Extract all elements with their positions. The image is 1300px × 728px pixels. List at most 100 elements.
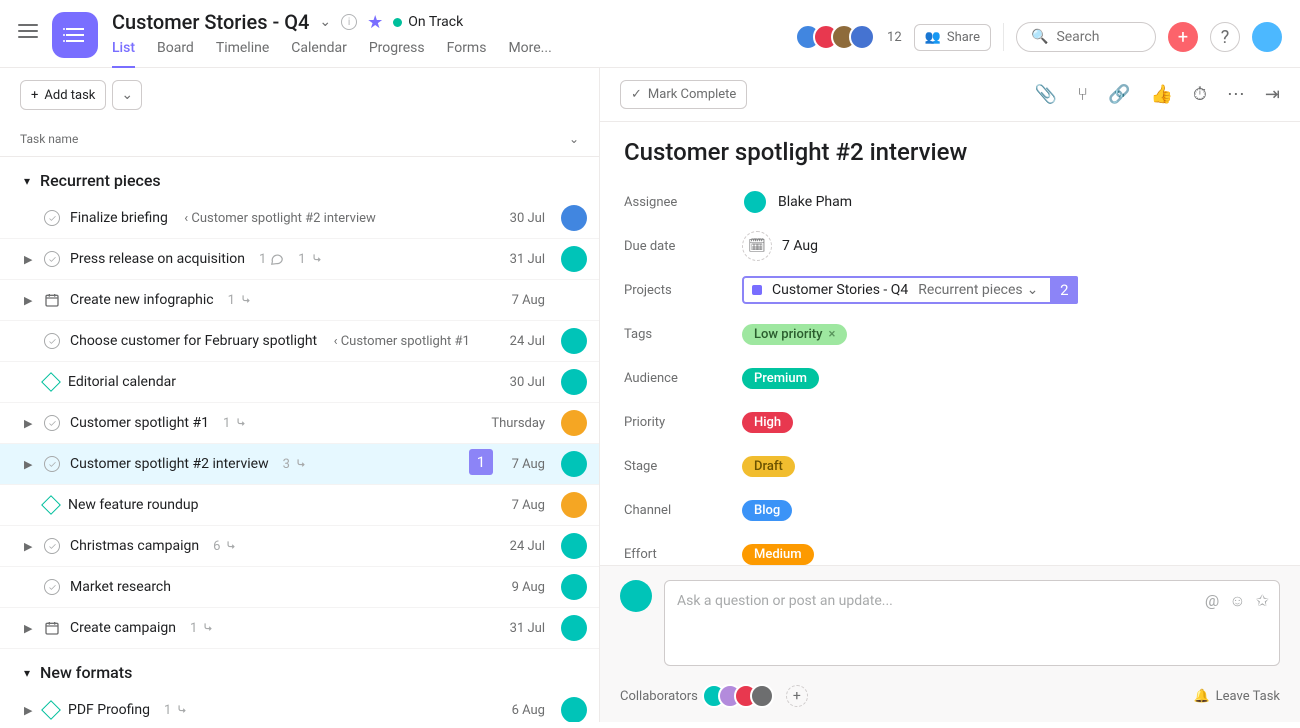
task-row[interactable]: ▶Create new infographic1 7 Aug <box>0 280 599 321</box>
annotation-badge-2: 2 <box>1050 276 1078 304</box>
task-row[interactable]: ▶Christmas campaign6 24 Jul <box>0 526 599 567</box>
tab-more[interactable]: More... <box>508 40 551 68</box>
section-header[interactable]: ▾Recurrent pieces <box>0 157 599 198</box>
assignee-avatar[interactable] <box>561 697 587 722</box>
tab-board[interactable]: Board <box>157 40 194 68</box>
milestone-icon[interactable] <box>41 372 61 392</box>
complete-check-icon[interactable] <box>44 333 60 349</box>
assignee-avatar[interactable] <box>561 328 587 354</box>
task-row[interactable]: ▶New feature roundup7 Aug <box>0 485 599 526</box>
add-task-button[interactable]: +Add task <box>20 80 106 110</box>
task-row[interactable]: ▶Finalize briefing ‹ Customer spotlight … <box>0 198 599 239</box>
tab-calendar[interactable]: Calendar <box>291 40 347 68</box>
complete-check-icon[interactable] <box>44 415 60 431</box>
timer-icon[interactable]: ⏱ <box>1193 84 1207 105</box>
subtask-count: 1 <box>164 703 189 718</box>
due-date: 24 Jul <box>510 334 545 349</box>
assignee-value[interactable]: Blake Pham <box>742 189 852 215</box>
milestone-icon[interactable] <box>41 495 61 515</box>
me-avatar[interactable] <box>1252 22 1282 52</box>
tab-forms[interactable]: Forms <box>447 40 487 68</box>
audience-pill[interactable]: Premium <box>742 368 819 389</box>
subtask-icon[interactable]: ⑂ <box>1077 84 1088 105</box>
mark-complete-button[interactable]: ✓ Mark Complete <box>620 80 747 109</box>
complete-check-icon[interactable] <box>44 210 60 226</box>
comment-input[interactable]: Ask a question or post an update... @ ☺ … <box>664 580 1280 666</box>
assignee-avatar[interactable] <box>561 451 587 477</box>
tab-list[interactable]: List <box>112 40 135 68</box>
section-header[interactable]: ▾New formats <box>0 649 599 690</box>
leave-task-button[interactable]: 🔔Leave Task <box>1193 689 1280 704</box>
add-task-dropdown[interactable]: ⌄ <box>112 80 142 110</box>
expand-icon[interactable]: ▶ <box>24 253 34 266</box>
share-button[interactable]: 👥 Share <box>914 24 991 51</box>
tag-pill[interactable]: Low priority× <box>742 324 847 345</box>
expand-icon[interactable]: ▶ <box>24 540 34 553</box>
task-row[interactable]: ▶Create campaign1 31 Jul <box>0 608 599 649</box>
column-menu-icon[interactable]: ⌄ <box>569 132 579 146</box>
search-icon: 🔍 <box>1031 29 1048 45</box>
assignee-avatar[interactable] <box>561 410 587 436</box>
project-section-dropdown[interactable]: Recurrent pieces ⌄ <box>918 282 1038 298</box>
assignee-avatar[interactable] <box>561 492 587 518</box>
expand-icon[interactable]: ▶ <box>24 417 34 430</box>
tab-timeline[interactable]: Timeline <box>216 40 269 68</box>
star-outline-icon[interactable]: ✩ <box>1256 591 1269 611</box>
remove-tag-icon[interactable]: × <box>828 327 835 342</box>
complete-check-icon[interactable] <box>44 579 60 595</box>
menu-icon[interactable] <box>18 24 38 38</box>
due-date: 7 Aug <box>512 293 545 308</box>
search-input[interactable]: 🔍 <box>1016 22 1156 52</box>
global-add-button[interactable]: + <box>1168 22 1198 52</box>
assignee-avatar[interactable] <box>561 369 587 395</box>
due-date-value[interactable]: 🗓 7 Aug <box>742 231 818 261</box>
star-icon[interactable]: ★ <box>367 12 383 33</box>
priority-pill[interactable]: High <box>742 412 793 433</box>
expand-icon[interactable]: ▶ <box>24 458 34 471</box>
link-icon[interactable]: 🔗 <box>1108 84 1130 105</box>
stage-pill[interactable]: Draft <box>742 456 795 477</box>
chevron-down-icon: ▾ <box>24 666 30 680</box>
task-row[interactable]: ▶Customer spotlight #11 Thursday <box>0 403 599 444</box>
like-icon[interactable]: 👍 <box>1150 84 1172 105</box>
add-collaborator-button[interactable]: + <box>786 685 808 707</box>
milestone-icon[interactable] <box>41 700 61 720</box>
task-title[interactable]: Customer spotlight #2 interview <box>624 138 1276 166</box>
expand-icon[interactable]: ▶ <box>24 622 34 635</box>
effort-pill[interactable]: Medium <box>742 544 814 565</box>
mention-icon[interactable]: @ <box>1205 591 1219 611</box>
assignee-avatar[interactable] <box>561 287 587 313</box>
expand-icon[interactable]: ▶ <box>24 294 34 307</box>
assignee-avatar[interactable] <box>561 533 587 559</box>
task-row[interactable]: ▶Customer spotlight #2 interview3 17 Aug <box>0 444 599 485</box>
project-title[interactable]: Customer Stories - Q4 <box>112 10 309 34</box>
complete-check-icon[interactable] <box>44 251 60 267</box>
emoji-icon[interactable]: ☺ <box>1229 591 1245 611</box>
complete-check-icon[interactable] <box>44 456 60 472</box>
help-button[interactable]: ? <box>1210 22 1240 52</box>
assignee-avatar[interactable] <box>561 615 587 641</box>
projects-value[interactable]: Customer Stories - Q4 Recurrent pieces ⌄… <box>742 276 1078 304</box>
collaborator-avatars[interactable] <box>710 684 774 708</box>
assignee-avatar[interactable] <box>561 246 587 272</box>
due-date: 6 Aug <box>512 703 545 718</box>
info-icon[interactable]: i <box>341 14 357 30</box>
assignee-avatar[interactable] <box>561 574 587 600</box>
task-row[interactable]: ▶Market research9 Aug <box>0 567 599 608</box>
attachment-icon[interactable]: 📎 <box>1035 84 1057 105</box>
project-status[interactable]: On Track <box>393 14 463 30</box>
member-avatars[interactable] <box>803 24 875 50</box>
task-row[interactable]: ▶Editorial calendar30 Jul <box>0 362 599 403</box>
task-row[interactable]: ▶PDF Proofing1 6 Aug <box>0 690 599 722</box>
close-pane-icon[interactable]: ⇥ <box>1265 84 1280 105</box>
priority-label: Priority <box>624 415 742 430</box>
task-row[interactable]: ▶Choose customer for February spotlight … <box>0 321 599 362</box>
tab-progress[interactable]: Progress <box>369 40 425 68</box>
task-row[interactable]: ▶Press release on acquisition1 1 31 Jul <box>0 239 599 280</box>
complete-check-icon[interactable] <box>44 538 60 554</box>
assignee-avatar[interactable] <box>561 205 587 231</box>
more-icon[interactable]: ⋯ <box>1227 84 1245 105</box>
channel-pill[interactable]: Blog <box>742 500 792 521</box>
chevron-down-icon[interactable]: ⌄ <box>319 14 331 30</box>
expand-icon[interactable]: ▶ <box>24 704 34 717</box>
